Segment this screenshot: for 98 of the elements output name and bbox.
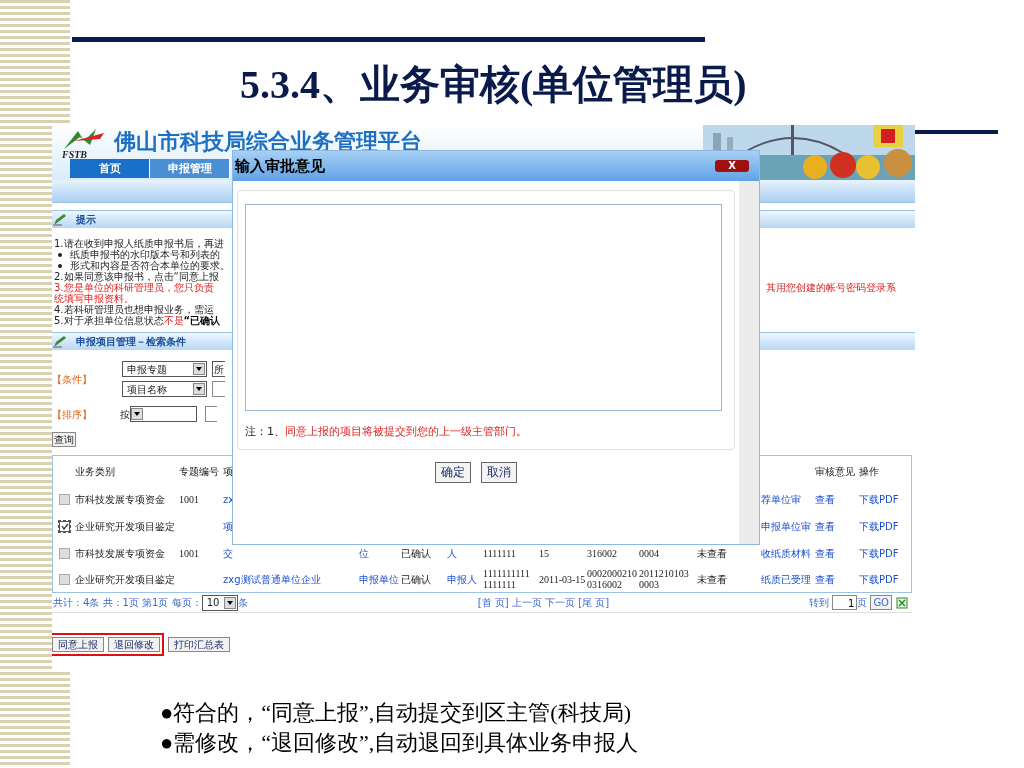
- table-cell: 1001: [179, 547, 199, 559]
- caret-icon: [223, 596, 236, 609]
- tip-text: 形式和内容是否符合本单位的要求。: [70, 260, 230, 271]
- close-button[interactable]: X: [715, 160, 749, 172]
- table-link[interactable]: 下载PDF: [859, 520, 899, 532]
- caret-icon: [193, 363, 205, 375]
- table-link[interactable]: 收纸质材料: [761, 547, 811, 559]
- action-button[interactable]: 退回修改: [108, 636, 160, 652]
- bullet-icon: [58, 252, 62, 257]
- go-button[interactable]: GO: [870, 595, 892, 610]
- table-cell: 企业研究开发项目鉴定: [75, 520, 175, 532]
- tip-text: 5.对于承担单位信息状态不是“已确认: [54, 315, 221, 326]
- table-cell: 1111111111 1111111: [483, 568, 530, 590]
- table-link[interactable]: 查看: [815, 493, 835, 505]
- logo-text: FSTB: [62, 148, 87, 162]
- pager-links[interactable]: [首 页] 上一页 下一页 [尾 页]: [477, 595, 610, 610]
- column-header: 审核意见: [815, 465, 855, 477]
- bullet-text: ●需修改，“退回修改”,自动退回到具体业务申报人: [160, 729, 639, 757]
- section-title: 申报项目管理－检索条件: [76, 335, 186, 349]
- select-field[interactable]: 项目名称: [122, 381, 207, 397]
- column-header: 项: [223, 465, 233, 477]
- table-cell: 15: [539, 547, 549, 559]
- column-header: 业务类别: [75, 465, 115, 477]
- sort-label: 【排序】: [52, 407, 93, 422]
- table-link[interactable]: 下载PDF: [859, 547, 899, 559]
- table-link[interactable]: 申报人: [447, 573, 477, 585]
- table-cell: 2011210103 0003: [639, 568, 689, 590]
- select-field[interactable]: 10: [201, 594, 238, 611]
- table-link[interactable]: 申报单位: [359, 573, 399, 585]
- select-field[interactable]: [205, 406, 217, 422]
- goto-field[interactable]: 1: [832, 595, 858, 610]
- table-link[interactable]: zxg测试普通单位企业: [223, 573, 321, 585]
- dialog-title: 输入审批意见: [235, 155, 325, 177]
- action-button[interactable]: 打印汇总表: [168, 636, 230, 652]
- tip-text: 其用您创建的帐号密码登录系: [766, 282, 896, 293]
- caret-icon: [193, 383, 205, 395]
- table-cell: 企业研究开发项目鉴定: [75, 573, 175, 585]
- select-field[interactable]: 所: [212, 361, 225, 377]
- input-field[interactable]: [212, 381, 225, 397]
- checkbox[interactable]: [59, 520, 70, 532]
- pager-unit: 条: [237, 596, 248, 610]
- column-header: 专题编号: [179, 465, 219, 477]
- tip-text: 3.您是单位的科研管理员，您只负责: [54, 282, 214, 293]
- table-link[interactable]: 交: [223, 547, 233, 559]
- nav-tab[interactable]: 首页: [70, 159, 150, 178]
- comment-field[interactable]: [245, 204, 722, 411]
- tip-text: 4.若科研管理员也想申报业务，需运: [54, 304, 214, 315]
- table-cell: 市科技发展专项资金: [75, 547, 165, 559]
- tip-text: 纸质申报书的水印版本号和列表的: [70, 249, 220, 260]
- select-field[interactable]: [130, 406, 197, 422]
- spreadsheet-icon[interactable]: [896, 596, 908, 609]
- pencil-icon: [52, 334, 68, 349]
- table-link[interactable]: 下载PDF: [859, 573, 899, 585]
- bullet-text: ●符合的，“同意上报”,自动提交到区主管(科技局): [160, 699, 632, 727]
- table-cell: 1111111: [483, 547, 516, 559]
- query-button[interactable]: 查询: [52, 432, 76, 447]
- section-title: 提示: [76, 213, 96, 227]
- note-text: 注：1、同意上报的项目将被提交到您的上一级主管部门。: [245, 424, 528, 440]
- bullet-icon: [58, 263, 62, 268]
- sort-by-label: 按: [120, 407, 130, 422]
- table-link[interactable]: 荐单位审: [761, 493, 801, 505]
- table-link[interactable]: 查看: [815, 520, 835, 532]
- checkbox[interactable]: [59, 493, 70, 505]
- table-cell: 2011-03-15: [539, 573, 586, 585]
- page-label: 页: [857, 596, 868, 610]
- table-link[interactable]: 人: [447, 547, 457, 559]
- table-cell: 已确认: [401, 573, 431, 585]
- table-link[interactable]: 申报单位审: [761, 520, 811, 532]
- table-link[interactable]: 查看: [815, 547, 835, 559]
- dialog-button[interactable]: 确定: [435, 461, 471, 483]
- table-cell: 未查看: [697, 573, 727, 585]
- dialog-button[interactable]: 取消: [481, 461, 517, 483]
- checkbox[interactable]: [59, 573, 70, 585]
- slide-title: 5.3.4、业务审核(单位管理员): [240, 61, 747, 109]
- table-cell: 0004: [639, 547, 659, 559]
- tip-text: 统填写申报资料。: [54, 293, 134, 304]
- tip-text: 2.如果同意该申报书，点击“同意上报: [54, 271, 219, 282]
- column-header: 操作: [859, 465, 879, 477]
- table-cell: 未查看: [697, 547, 727, 559]
- table-link[interactable]: 查看: [815, 573, 835, 585]
- table-cell: 1001: [179, 493, 199, 505]
- checkbox[interactable]: [59, 547, 70, 559]
- pencil-icon: [52, 212, 68, 227]
- table-cell: 0002000210 0316002: [587, 568, 637, 590]
- table-link[interactable]: 纸质已受理: [761, 573, 811, 585]
- table-link[interactable]: 位: [359, 547, 369, 559]
- tip-text: 1.请在收到申报人纸质申报书后，再进: [54, 238, 224, 249]
- condition-label: 【条件】: [52, 372, 93, 387]
- caret-icon: [131, 408, 143, 420]
- pager-summary: 共计：4条 共：1页 第1页 每页：: [52, 596, 202, 610]
- table-cell: 316002: [587, 547, 617, 559]
- table-link[interactable]: 项: [223, 520, 233, 532]
- select-field[interactable]: 申报专题: [122, 361, 207, 377]
- table-link[interactable]: 下载PDF: [859, 493, 899, 505]
- table-cell: 已确认: [401, 547, 431, 559]
- goto-label: 转到: [809, 596, 830, 610]
- table-cell: 市科技发展专项资金: [75, 493, 165, 505]
- action-button[interactable]: 同意上报: [52, 636, 104, 652]
